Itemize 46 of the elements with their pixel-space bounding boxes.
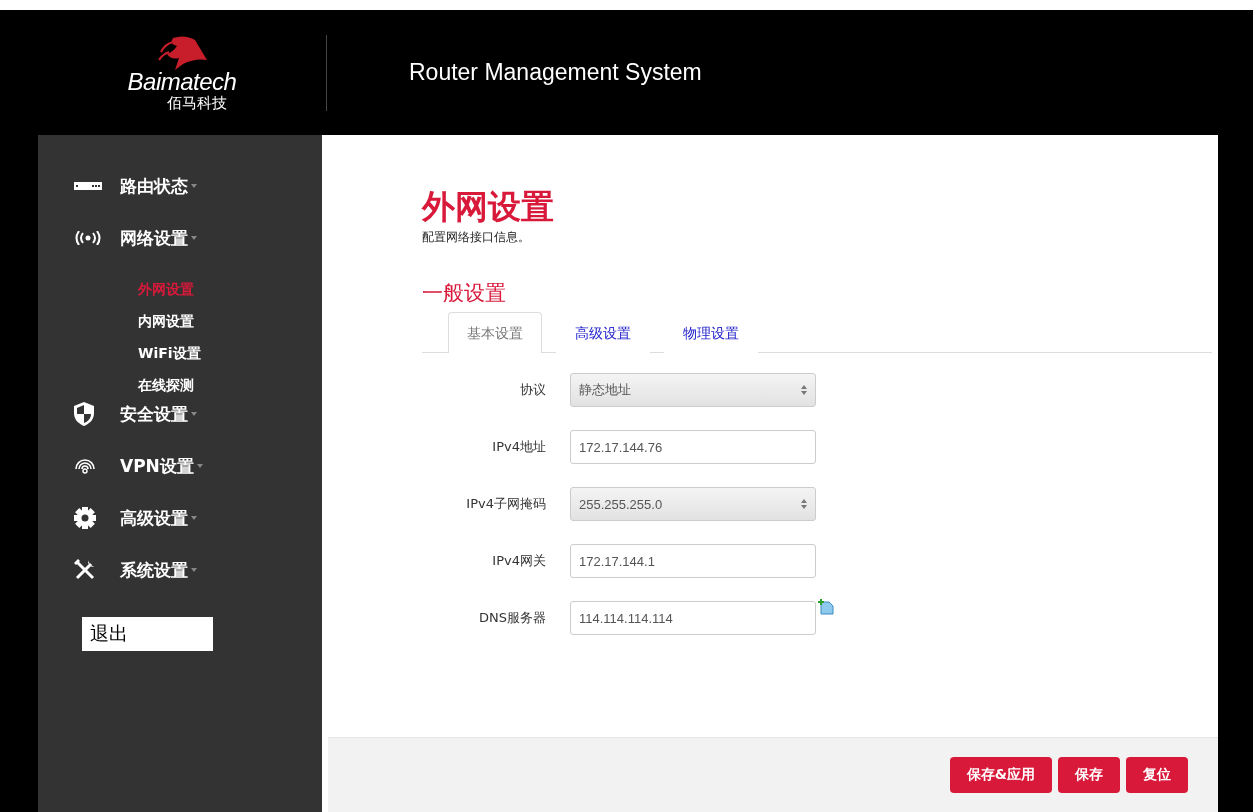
shield-icon	[74, 402, 94, 426]
page-description: 配置网络接口信息。	[422, 229, 531, 246]
caret-icon	[191, 412, 197, 416]
input-field[interactable]: 172.17.144.1	[570, 544, 816, 578]
select-field[interactable]: 静态地址	[570, 373, 816, 407]
logo-text: Baimatech	[127, 69, 237, 94]
field-label: IPv4子网掩码	[465, 495, 546, 513]
input-field[interactable]: 172.17.144.76	[570, 430, 816, 464]
caret-icon	[191, 236, 197, 240]
menu-item[interactable]: 高级设置	[120, 506, 197, 530]
app-title: Router Management System	[409, 59, 702, 86]
caret-icon	[191, 568, 197, 572]
wireless-icon	[74, 457, 96, 475]
tab[interactable]: 基本设置	[448, 312, 542, 353]
horse-logo-icon	[155, 33, 209, 70]
spinner-arrows-icon	[801, 499, 807, 509]
caret-icon	[191, 184, 197, 188]
action-button[interactable]: 保存&应用	[949, 757, 1052, 793]
field-label: IPv4网关	[491, 552, 546, 570]
page-title: 外网设置	[422, 187, 555, 227]
field-label: DNS服务器	[478, 609, 546, 627]
action-button[interactable]: 复位	[1126, 757, 1188, 793]
router-icon	[74, 182, 102, 190]
caret-icon	[196, 464, 203, 468]
action-button[interactable]: 保存	[1058, 757, 1120, 793]
spinner-arrows-icon	[801, 385, 807, 395]
field-label: IPv4地址	[491, 438, 546, 456]
submenu-item[interactable]: WiFi设置	[138, 337, 201, 369]
submenu-item[interactable]: 在线探测	[138, 369, 194, 401]
menu-item[interactable]: 系统设置	[120, 558, 197, 582]
menu-item[interactable]: VPN设置	[120, 454, 203, 478]
menu-item[interactable]: 网络设置	[120, 226, 197, 250]
field-label: 协议	[519, 381, 546, 399]
select-field[interactable]: 255.255.255.0	[570, 487, 816, 521]
tools-icon	[74, 559, 96, 581]
caret-icon	[191, 516, 197, 520]
logo-subtext: 佰马科技	[167, 93, 227, 112]
menu-item[interactable]: 路由状态	[120, 174, 197, 198]
input-field[interactable]: 114.114.114.114	[570, 601, 816, 635]
submenu-item[interactable]: 内网设置	[138, 305, 194, 337]
add-entry-icon[interactable]	[818, 599, 834, 615]
signal-icon	[74, 231, 102, 245]
section-title: 一般设置	[422, 280, 507, 306]
logout-button[interactable]: 退出	[82, 617, 213, 651]
gear-icon	[74, 507, 96, 529]
menu-item[interactable]: 安全设置	[120, 402, 197, 426]
